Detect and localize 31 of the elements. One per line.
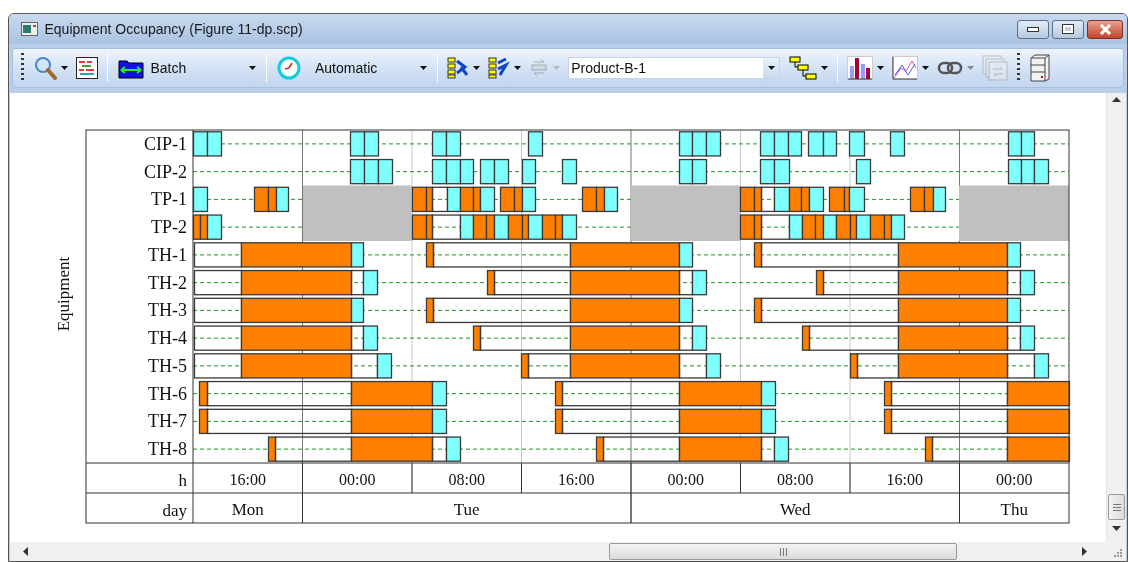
hour-label: 00:00 bbox=[996, 471, 1033, 488]
row-label: TP-1 bbox=[151, 189, 187, 210]
row-label: CIP-1 bbox=[144, 133, 187, 154]
product-dropdown[interactable]: Product-B-1 bbox=[568, 57, 781, 79]
row-label: TH-6 bbox=[148, 383, 187, 404]
row-label: TH-5 bbox=[148, 355, 187, 376]
row-label: TH-4 bbox=[148, 328, 187, 349]
axis-label: day bbox=[162, 501, 187, 520]
day-label: Thu bbox=[1000, 500, 1028, 519]
row-label: TH-7 bbox=[148, 411, 187, 432]
row-label: TH-3 bbox=[148, 300, 187, 321]
hour-label: 08:00 bbox=[777, 471, 814, 488]
axis-title: Equipment bbox=[54, 256, 73, 332]
row-label: TH-8 bbox=[148, 439, 187, 460]
row-label: CIP-2 bbox=[144, 161, 187, 182]
scheduling-dropdown[interactable]: Automatic bbox=[273, 52, 431, 84]
hour-label: 00:00 bbox=[667, 471, 704, 488]
day-label: Mon bbox=[231, 500, 264, 519]
axis-label: h bbox=[178, 471, 187, 490]
row-label: TH-1 bbox=[148, 244, 187, 265]
hour-label: 16:00 bbox=[229, 471, 266, 488]
row-label: TP-2 bbox=[151, 217, 187, 238]
hour-label: 08:00 bbox=[448, 471, 485, 488]
row-label: TH-2 bbox=[148, 272, 187, 293]
hour-label: 00:00 bbox=[339, 471, 376, 488]
hour-label: 16:00 bbox=[886, 471, 923, 488]
mode-dropdown[interactable]: Batch bbox=[114, 52, 260, 84]
hour-label: 16:00 bbox=[558, 471, 595, 488]
day-label: Tue bbox=[453, 500, 480, 519]
day-label: Wed bbox=[779, 500, 811, 519]
window-title: Equipment Occupancy (Figure 11-dp.scp) bbox=[44, 19, 303, 39]
